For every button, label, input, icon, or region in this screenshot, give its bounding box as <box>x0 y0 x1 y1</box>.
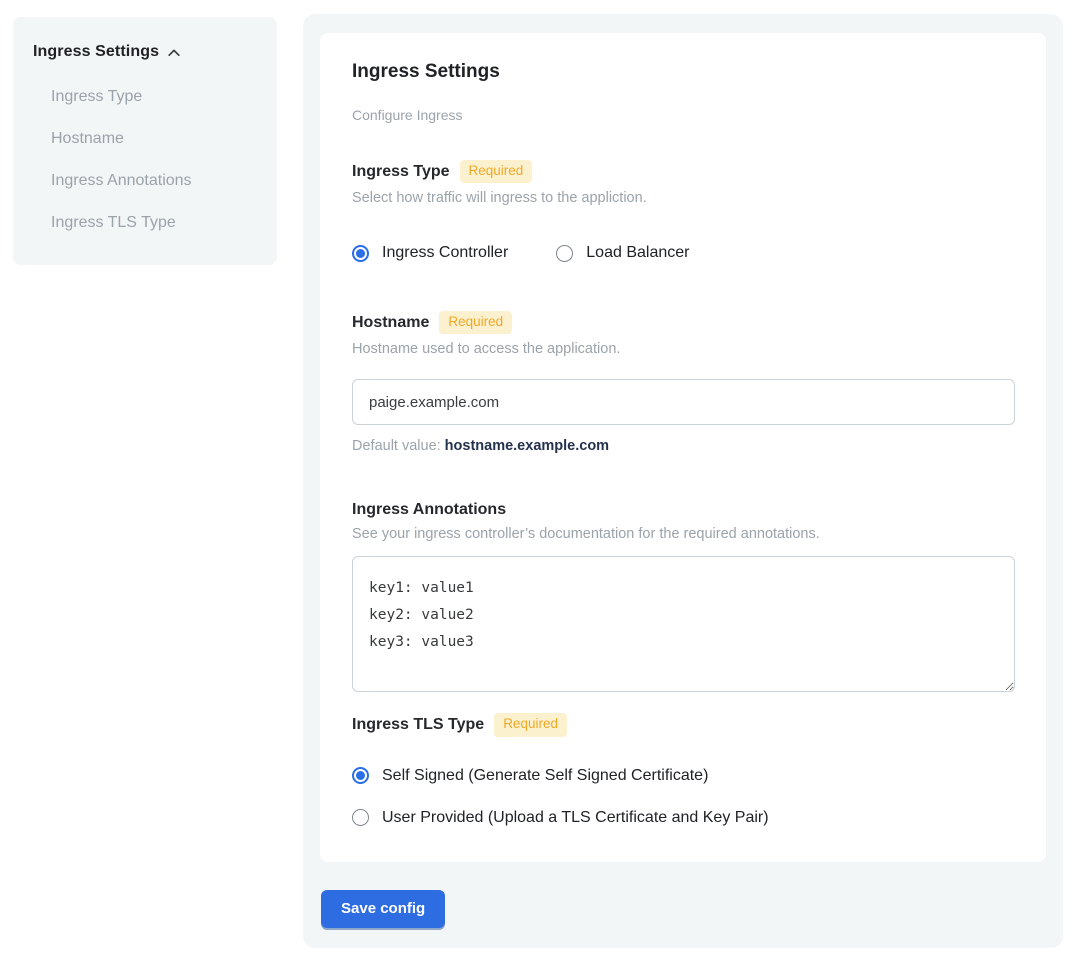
required-badge: Required <box>439 311 512 334</box>
sidebar-section-toggle[interactable]: Ingress Settings <box>33 43 257 61</box>
radio-button-icon <box>352 245 369 262</box>
ingress-type-label: Ingress Type <box>352 163 450 181</box>
tls-type-radio-group: Self Signed (Generate Self Signed Certif… <box>352 767 1014 827</box>
page-subtitle: Configure Ingress <box>352 107 1014 123</box>
radio-self-signed[interactable]: Self Signed (Generate Self Signed Certif… <box>352 767 1014 785</box>
hostname-label: Hostname <box>352 314 429 332</box>
radio-label: Ingress Controller <box>382 244 508 262</box>
section-hostname: Hostname Required Hostname used to acces… <box>352 311 1014 454</box>
sidebar-item-ingress-annotations[interactable]: Ingress Annotations <box>51 169 257 192</box>
sidebar-nav: Ingress Type Hostname Ingress Annotation… <box>33 85 257 234</box>
sidebar-section-title: Ingress Settings <box>33 43 159 61</box>
radio-button-icon <box>352 767 369 784</box>
radio-label: User Provided (Upload a TLS Certificate … <box>382 809 769 827</box>
required-badge: Required <box>460 160 533 183</box>
radio-button-icon <box>352 809 369 826</box>
default-value-prefix: Default value: <box>352 438 441 454</box>
settings-sidebar: Ingress Settings Ingress Type Hostname I… <box>13 17 277 265</box>
sidebar-item-ingress-type[interactable]: Ingress Type <box>51 85 257 108</box>
default-value-text: hostname.example.com <box>445 438 609 454</box>
sidebar-item-ingress-tls-type[interactable]: Ingress TLS Type <box>51 211 257 234</box>
hostname-description: Hostname used to access the application. <box>352 341 1014 357</box>
radio-label: Load Balancer <box>586 244 689 262</box>
radio-user-provided[interactable]: User Provided (Upload a TLS Certificate … <box>352 809 1014 827</box>
radio-button-icon <box>556 245 573 262</box>
ingress-annotations-label: Ingress Annotations <box>352 501 506 519</box>
section-ingress-annotations: Ingress Annotations See your ingress con… <box>352 501 1014 692</box>
section-ingress-tls-type: Ingress TLS Type Required Self Signed (G… <box>352 713 1014 826</box>
ingress-annotations-description: See your ingress controller’s documentat… <box>352 526 1014 542</box>
ingress-tls-type-label: Ingress TLS Type <box>352 716 484 734</box>
section-ingress-type: Ingress Type Required Select how traffic… <box>352 160 1014 262</box>
hostname-default-line: Default value:hostname.example.com <box>352 438 1014 454</box>
radio-load-balancer[interactable]: Load Balancer <box>556 244 689 262</box>
hostname-input[interactable] <box>352 379 1015 425</box>
ingress-settings-card: Ingress Settings Configure Ingress Ingre… <box>320 33 1046 862</box>
page-title: Ingress Settings <box>352 61 1014 83</box>
chevron-up-icon <box>167 46 181 60</box>
sidebar-item-hostname[interactable]: Hostname <box>51 127 257 150</box>
ingress-settings-panel: Ingress Settings Configure Ingress Ingre… <box>303 14 1063 948</box>
save-config-button[interactable]: Save config <box>321 890 445 928</box>
radio-label: Self Signed (Generate Self Signed Certif… <box>382 767 708 785</box>
ingress-annotations-textarea[interactable]: key1: value1 key2: value2 key3: value3 <box>352 556 1015 692</box>
ingress-type-radio-group: Ingress Controller Load Balancer <box>352 244 1014 262</box>
required-badge: Required <box>494 713 567 736</box>
radio-ingress-controller[interactable]: Ingress Controller <box>352 244 508 262</box>
ingress-type-description: Select how traffic will ingress to the a… <box>352 190 1014 206</box>
